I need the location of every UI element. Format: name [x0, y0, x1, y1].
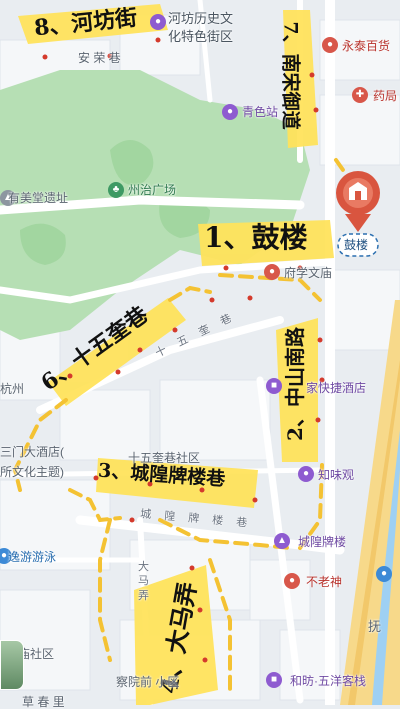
shop-icon[interactable]: ● — [150, 14, 166, 30]
area-shiwukui-community: 十五奎巷社区 — [128, 451, 201, 465]
poi-pharmacy[interactable]: 药局 — [373, 90, 397, 102]
park-icon[interactable]: ♣ — [108, 182, 124, 198]
poi-chenghuang-pailou[interactable]: 城隍牌楼 — [298, 536, 346, 548]
street-dama: 大 马 弄 — [138, 561, 149, 602]
pharmacy-icon[interactable]: ✚ — [352, 87, 368, 103]
poi-hefang-culture[interactable]: 河坊历史文 化特色街区 — [168, 10, 233, 45]
food-icon[interactable]: ● — [284, 573, 300, 589]
poi-jiayuan-hotel[interactable]: 家快捷酒店 — [306, 382, 366, 394]
shop-icon[interactable]: ● — [222, 104, 238, 120]
poi-hangzhou-left[interactable]: 杭州 — [0, 383, 24, 395]
poi-zhouzhi[interactable]: 州治广场 — [128, 184, 176, 196]
map-canvas[interactable] — [0, 0, 400, 705]
hotel-icon[interactable]: ■ — [266, 672, 282, 688]
poi-yiyou-swim[interactable]: 逸游游泳 — [8, 551, 56, 563]
route-label-2: 2、中山南路 — [282, 327, 307, 441]
poi-fuxue-site[interactable]: 府学文庙 — [284, 267, 332, 279]
shop-icon[interactable]: ● — [322, 37, 338, 53]
poi-nansong-site[interactable]: 有美堂遗址 — [8, 192, 68, 204]
poi-zhiweiguan[interactable]: 知味观 — [318, 469, 354, 481]
poi-gulou-tag[interactable]: 鼓楼 — [344, 239, 368, 251]
hotel-icon[interactable]: ■ — [266, 378, 282, 394]
food-icon[interactable]: ● — [298, 466, 314, 482]
area-anrong: 安 荣 巷 — [78, 51, 121, 65]
poi-sanmen-hotel[interactable]: 三门大酒店( — [0, 446, 64, 458]
route-label-1: 1、鼓楼 — [204, 221, 308, 254]
location-icon[interactable]: ● — [376, 566, 392, 582]
area-bottom-cut: 草 春 里 — [22, 695, 65, 709]
poi-bulaoshen[interactable]: 不老神 — [306, 576, 342, 588]
landmark-icon[interactable]: ▲ — [274, 533, 290, 549]
road-label-fu: 抚 — [368, 619, 382, 634]
poi-culture-theme[interactable]: 所文化主题) — [0, 466, 64, 478]
temple-icon[interactable]: ● — [264, 264, 280, 280]
poi-yongtai[interactable]: 永泰百货 — [342, 40, 390, 52]
area-yuanqian-community: 察院前 小区 — [116, 675, 180, 689]
thumbnail-photo[interactable] — [0, 640, 24, 690]
poi-qingse[interactable]: 青色站 — [242, 106, 278, 118]
route-label-7: 7、南宋御道 — [279, 21, 302, 130]
poi-hefang-wuyang[interactable]: 和昉·五洋客栈 — [290, 675, 366, 687]
